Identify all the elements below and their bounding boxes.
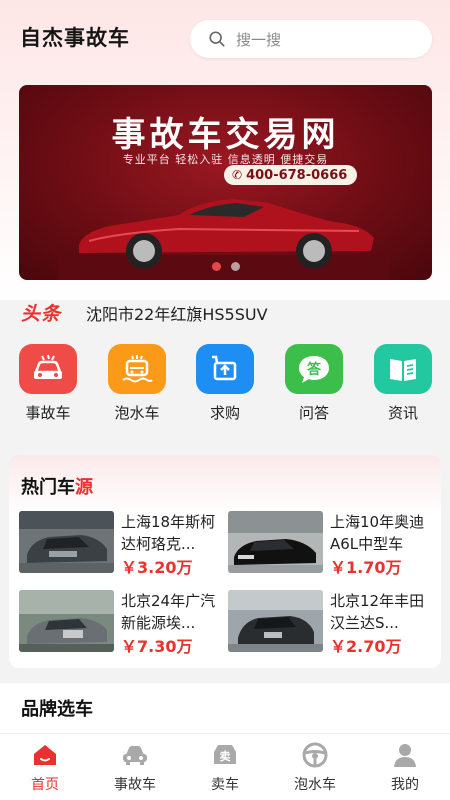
home-icon	[30, 742, 60, 768]
listing-card[interactable]: 上海10年奥迪A6L中型车 ￥1.70万	[228, 511, 438, 577]
accident-car-icon	[19, 344, 77, 394]
search-placeholder: 搜一搜	[236, 30, 282, 49]
category-accident-car[interactable]: 事故车	[18, 344, 78, 423]
purchase-icon	[196, 344, 254, 394]
tab-label: 泡水车	[294, 777, 336, 793]
tab-label: 我的	[391, 777, 419, 793]
news-icon	[374, 344, 432, 394]
headline-tag: 头条	[21, 303, 62, 325]
category-flood-car[interactable]: 泡水车	[107, 344, 167, 423]
banner-phone-number: 400-678-0666	[246, 167, 348, 183]
promo-banner[interactable]: 事故车交易网 专业平台 轻松入驻 信息透明 便捷交易 ✆ 400-678-066…	[19, 85, 432, 280]
car-icon	[120, 742, 150, 768]
tab-accident-car[interactable]: 事故车	[90, 734, 180, 800]
phone-icon: ✆	[232, 168, 243, 182]
listing-price: ￥7.30万	[121, 637, 193, 656]
bottom-tab-bar: 首页 事故车 卖 卖车 泡水车 我的	[0, 733, 450, 800]
listing-name: 北京12年丰田汉兰达S...	[330, 592, 425, 632]
category-label: 事故车	[25, 404, 71, 422]
listing-name: 上海18年斯柯达柯珞克...	[121, 513, 216, 553]
car-photo	[228, 590, 323, 652]
listing-card[interactable]: 北京12年丰田汉兰达S... ￥2.70万	[228, 590, 438, 656]
car-photo	[19, 590, 114, 652]
user-icon	[390, 742, 420, 768]
carousel-dot[interactable]	[211, 262, 221, 271]
listing-card[interactable]: 北京24年广汽新能源埃... ￥7.30万	[19, 590, 229, 656]
listing-price: ￥1.70万	[330, 558, 402, 577]
banner-title: 事故车交易网	[111, 115, 340, 155]
category-label: 求购	[209, 404, 240, 422]
category-label: 问答	[298, 404, 329, 422]
car-photo	[19, 511, 114, 573]
headline-bar[interactable]: 头条 沈阳市22年红旗HS5SUV	[0, 296, 450, 328]
category-label: 资讯	[387, 404, 418, 422]
tab-label: 事故车	[114, 777, 156, 793]
category-qa[interactable]: 答 问答	[284, 344, 344, 423]
tab-flood-car[interactable]: 泡水车	[270, 734, 360, 800]
search-icon	[209, 31, 225, 47]
tab-home[interactable]: 首页	[0, 734, 90, 800]
svg-text:卖: 卖	[220, 749, 231, 763]
car-photo	[228, 511, 323, 573]
category-label: 泡水车	[114, 404, 160, 422]
listing-name: 上海10年奥迪A6L中型车	[330, 513, 425, 553]
brand-section: 品牌选车	[0, 683, 450, 733]
headline-text[interactable]: 沈阳市22年红旗HS5SUV	[86, 301, 268, 325]
listing-name: 北京24年广汽新能源埃...	[121, 592, 216, 632]
hot-listings-title: 热门车源	[21, 477, 93, 498]
brand-section-title: 品牌选车	[21, 699, 93, 720]
banner-subtitle: 专业平台 轻松入驻 信息透明 便捷交易	[122, 153, 329, 166]
svg-text:答: 答	[307, 361, 322, 378]
listing-price: ￥2.70万	[330, 637, 402, 656]
banner-phone: ✆ 400-678-0666	[224, 165, 358, 185]
listing-price: ￥3.20万	[121, 558, 193, 577]
app-title: 自杰事故车	[20, 26, 130, 50]
listing-card[interactable]: 上海18年斯柯达柯珞克... ￥3.20万	[19, 511, 229, 577]
category-grid: 事故车 泡水车 求购 答 问答 资讯	[0, 344, 450, 426]
tab-sell[interactable]: 卖 卖车	[180, 734, 270, 800]
steering-wheel-icon	[300, 742, 330, 768]
category-news[interactable]: 资讯	[373, 344, 433, 423]
tab-label: 卖车	[211, 777, 239, 793]
qa-icon: 答	[285, 344, 343, 394]
category-purchase[interactable]: 求购	[195, 344, 255, 423]
carousel-dot[interactable]	[230, 262, 240, 271]
search-bar[interactable]: 搜一搜	[190, 20, 432, 58]
flood-car-icon	[108, 344, 166, 394]
carousel-dots	[19, 262, 432, 271]
sell-icon: 卖	[210, 742, 240, 768]
tab-mine[interactable]: 我的	[360, 734, 450, 800]
tab-label: 首页	[31, 777, 59, 793]
